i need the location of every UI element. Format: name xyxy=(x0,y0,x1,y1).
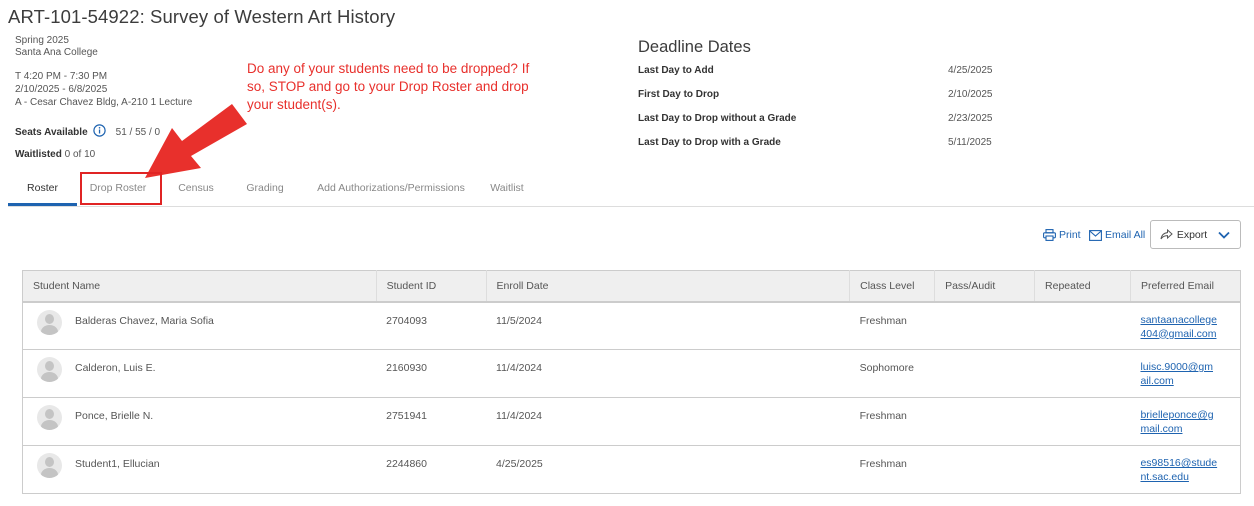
student-id: 2160930 xyxy=(386,362,427,374)
enroll-date: 4/25/2025 xyxy=(496,458,543,470)
student-id: 2751941 xyxy=(386,410,427,422)
table-row: Student1, Ellucian 2244860 4/25/2025 Fre… xyxy=(23,446,1241,494)
repeated xyxy=(1035,446,1131,494)
class-level: Freshman xyxy=(859,410,907,422)
class-level: Freshman xyxy=(859,458,907,470)
email-all-label: Email All xyxy=(1105,229,1146,241)
student-name: Ponce, Brielle N. xyxy=(75,410,154,422)
avatar xyxy=(37,309,62,335)
student-name: Student1, Ellucian xyxy=(75,458,160,470)
table-row: Calderon, Luis E. 2160930 11/4/2024 Soph… xyxy=(22,350,1241,398)
avatar xyxy=(37,405,62,430)
drop-roster-highlight xyxy=(80,172,162,205)
class-level: Sophomore xyxy=(859,362,914,374)
student-name-cell: Calderon, Luis E. xyxy=(23,350,377,398)
red-arrow-icon xyxy=(145,104,247,178)
deadline-label: First Day to Drop xyxy=(638,89,720,100)
tab-grading[interactable]: Grading xyxy=(242,179,288,205)
student-name-cell: Ponce, Brielle N. xyxy=(23,398,377,446)
deadline-value: 2/10/2025 xyxy=(948,89,993,100)
class-level: Freshman xyxy=(859,314,907,327)
repeated xyxy=(1035,302,1131,350)
export-label: Export xyxy=(1176,228,1208,241)
pass-audit xyxy=(935,446,1035,494)
deadline-title: Deadline Dates xyxy=(638,38,751,56)
tab-roster[interactable]: Roster xyxy=(8,179,77,206)
enroll-date: 11/5/2024 xyxy=(496,314,542,327)
student-email-link[interactable]: luisc.9000@gmail.com xyxy=(1140,360,1218,388)
pass-audit xyxy=(935,350,1035,398)
student-id: 2704093 xyxy=(386,314,427,327)
print-label: Print xyxy=(1059,229,1081,241)
deadline-value: 4/25/2025 xyxy=(948,65,993,76)
tab-add-authorizations[interactable]: Add Authorizations/Permissions xyxy=(311,179,471,205)
student-name-cell: Student1, Ellucian xyxy=(23,446,377,494)
column-header[interactable]: Student Name xyxy=(22,270,377,302)
student-email-link[interactable]: santaanacollege404@gmail.com xyxy=(1140,313,1218,341)
tab-census[interactable]: Census xyxy=(174,179,218,205)
print-button[interactable]: Print xyxy=(1043,229,1081,241)
table-header-row: Student Name Student ID Enroll Date Clas… xyxy=(22,270,1241,302)
deadline-value: 2/23/2025 xyxy=(948,113,993,124)
tab-waitlist[interactable]: Waitlist xyxy=(485,179,529,205)
email-cell: brielleponce@gmail.com xyxy=(1130,398,1240,446)
tab-bar: Roster Drop Roster Census Grading Add Au… xyxy=(8,179,1254,207)
column-header[interactable]: Enroll Date xyxy=(486,270,851,302)
deadline-value: 5/11/2025 xyxy=(948,137,992,148)
deadline-label: Last Day to Add xyxy=(638,65,714,76)
pass-audit xyxy=(935,302,1035,350)
email-cell: es98516@student.sac.edu xyxy=(1130,446,1240,494)
enroll-date: 11/4/2024 xyxy=(496,410,542,422)
column-header[interactable]: Student ID xyxy=(376,270,487,302)
avatar xyxy=(37,357,62,382)
student-name: Balderas Chavez, Maria Sofia xyxy=(75,314,214,327)
envelope-icon xyxy=(1089,229,1102,241)
table-row: Ponce, Brielle N. 2751941 11/4/2024 Fres… xyxy=(22,398,1241,446)
avatar xyxy=(37,453,62,478)
share-icon xyxy=(1160,229,1173,240)
column-header[interactable]: Class Level xyxy=(849,270,936,302)
student-name: Calderon, Luis E. xyxy=(75,362,156,374)
student-name-cell: Balderas Chavez, Maria Sofia xyxy=(23,302,377,350)
column-header[interactable]: Preferred Email xyxy=(1130,271,1240,302)
repeated xyxy=(1035,398,1131,446)
chevron-down-icon xyxy=(1218,231,1230,239)
student-id: 2244860 xyxy=(386,458,427,470)
column-header[interactable]: Pass/Audit xyxy=(934,270,1036,302)
email-cell: luisc.9000@gmail.com xyxy=(1130,350,1240,398)
printer-icon xyxy=(1043,229,1056,241)
student-email-link[interactable]: brielleponce@gmail.com xyxy=(1140,408,1218,436)
enroll-date: 11/4/2024 xyxy=(496,362,542,374)
student-email-link[interactable]: es98516@student.sac.edu xyxy=(1140,456,1218,484)
repeated xyxy=(1035,350,1131,398)
column-header[interactable]: Repeated xyxy=(1034,270,1131,302)
pass-audit xyxy=(935,398,1035,446)
email-all-button[interactable]: Email All xyxy=(1089,229,1145,241)
deadline-label: Last Day to Drop with a Grade xyxy=(638,137,781,148)
table-row: Balderas Chavez, Maria Sofia 2704093 11/… xyxy=(22,302,1241,350)
deadline-label: Last Day to Drop without a Grade xyxy=(638,113,797,124)
roster-table: Student Name Student ID Enroll Date Clas… xyxy=(22,270,1241,494)
email-cell: santaanacollege404@gmail.com xyxy=(1130,302,1240,350)
export-button[interactable]: Export xyxy=(1150,220,1241,249)
